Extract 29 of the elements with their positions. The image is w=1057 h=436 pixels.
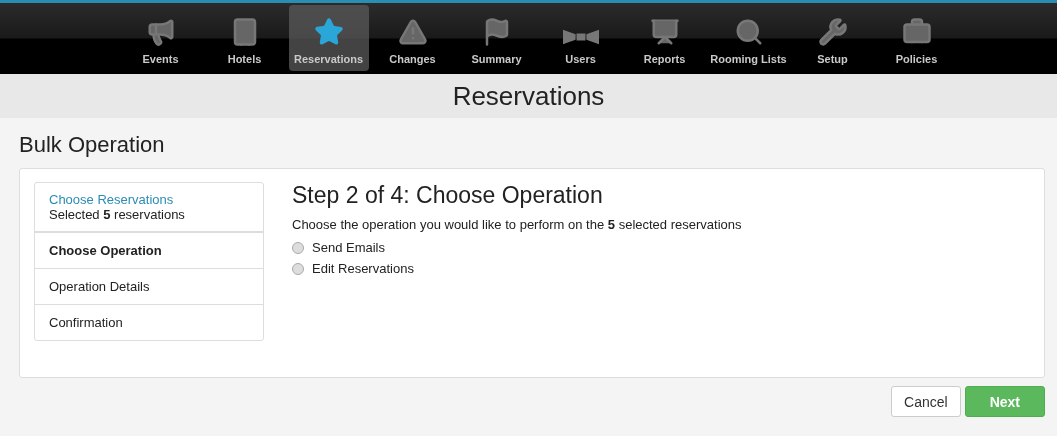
step-summary: Selected 5 reservations (49, 207, 185, 222)
nav-tab[interactable]: Reservations (288, 5, 369, 71)
nav-tab[interactable]: Policies (876, 5, 957, 71)
step-item: Operation Details (35, 268, 263, 304)
option-label: Send Emails (312, 240, 385, 255)
presentation-icon (649, 17, 680, 47)
radio-button[interactable] (292, 241, 304, 254)
step-item: Choose Operation (35, 231, 263, 268)
instruction-text: Choose the operation you would like to perform on the 5 selected reservations (292, 217, 742, 232)
nav-tab[interactable]: Hotels (204, 5, 285, 71)
nav-tab[interactable]: Summary (456, 5, 537, 71)
nav-tab[interactable]: Changes (372, 5, 453, 71)
nav-tab[interactable]: Users (540, 5, 621, 71)
warning-icon (397, 17, 428, 47)
step-heading: Step 2 of 4: Choose Operation (292, 182, 604, 209)
step-item: Confirmation (35, 304, 263, 340)
radio-button[interactable] (292, 262, 304, 275)
wrench-icon (817, 17, 848, 47)
cancel-button[interactable]: Cancel (891, 386, 961, 417)
nav-tab[interactable]: Reports (624, 5, 705, 71)
nav-tab[interactable]: Events (120, 5, 201, 71)
option-label: Edit Reservations (312, 261, 414, 276)
star-icon (313, 17, 344, 47)
section-title: Bulk Operation (18, 131, 166, 159)
page-title: Reservations (452, 80, 605, 112)
nav-tab[interactable]: Rooming Lists (708, 5, 789, 71)
step-link[interactable]: Choose Reservations (49, 192, 249, 207)
nav-tab[interactable]: Setup (792, 5, 873, 71)
bowtie-icon (562, 27, 599, 47)
